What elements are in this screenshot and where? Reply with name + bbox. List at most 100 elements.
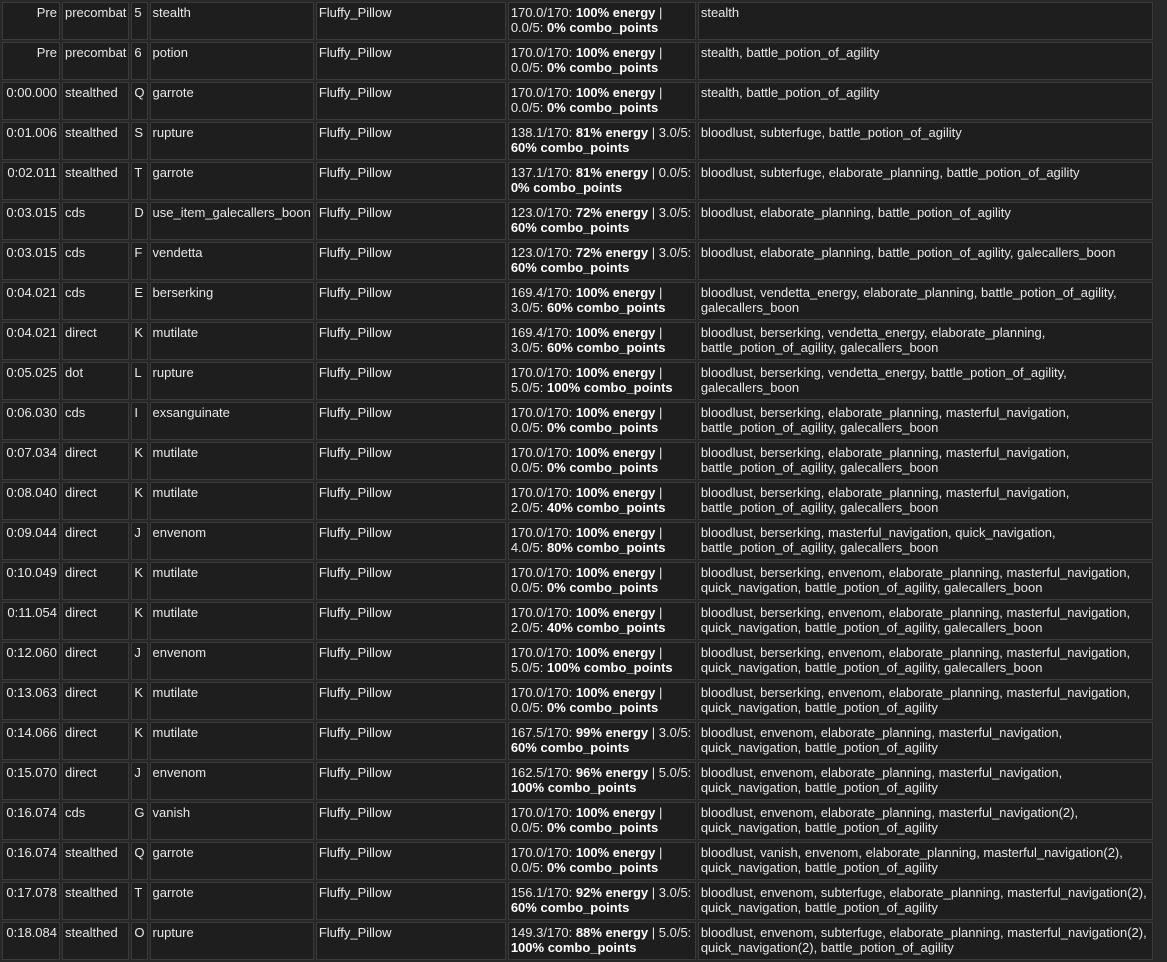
table-row: 0:02.011 stealthed Tgarrote Fluffy_Pillow 13… [2,162,1153,200]
table-row: 0:16.074 stealthed Qgarrote Fluffy_Pillow 17… [2,842,1153,880]
resources-cell: 123.0/170: 72% energy | 3.0/5: 60% combo… [507,242,696,280]
table-row: 0:11.054 direct Kmutilate Fluffy_Pillow 170.… [2,602,1153,640]
combo-pct: 0% combo_points [546,100,659,115]
time-cell: 0:16.074 [2,802,60,840]
energy-pct: 100% energy [575,525,656,540]
time-cell: 0:04.021 [2,282,60,320]
action-list-cell: stealthed [62,82,130,120]
action-cell: mutilate [149,482,314,520]
action-list-cell: stealthed [62,882,130,920]
key-cell: I [131,402,148,440]
action-list-cell: cds [62,202,130,240]
action-list-cell: precombat [62,42,130,80]
combo-pct: 100% combo_points [546,660,673,675]
time-cell: Pre [2,42,60,80]
table-row: 0:15.070 direct Jenvenom Fluffy_Pillow 162.5… [2,762,1153,800]
resources-cell: 170.0/170: 100% energy | 0.0/5: 0% combo… [507,402,696,440]
buffs-cell: bloodlust, berserking, envenom, elaborat… [697,602,1153,640]
combo-raw: | 3.0/5: [648,725,692,740]
buffs-cell: bloodlust, berserking, elaborate_plannin… [697,482,1153,520]
target-cell: Fluffy_Pillow [315,322,506,360]
combo-pct: 60% combo_points [510,140,630,155]
key-cell: K [131,322,148,360]
table-row: Pre precombat 5 stealth Fluffy_Pillow 170.0/1… [2,2,1153,40]
action-list-cell: dot [62,362,130,400]
key-cell: 6 [131,42,148,80]
action-cell: envenom [149,642,314,680]
energy-raw: 137.1/170: [510,165,576,180]
buffs-cell: bloodlust, vendetta_energy, elaborate_pl… [697,282,1153,320]
action-cell: envenom [149,522,314,560]
key-cell: D [131,202,148,240]
key-cell: Q [131,842,148,880]
key-cell: K [131,602,148,640]
target-cell: Fluffy_Pillow [315,82,506,120]
table-row: 0:13.063 direct Kmutilate Fluffy_Pillow 170.… [2,682,1153,720]
time-cell: Pre [2,2,60,40]
combo-pct: 100% combo_points [510,940,637,955]
energy-pct: 100% energy [575,85,656,100]
energy-raw: 170.0/170: [510,405,576,420]
action-list-cell: direct [62,642,130,680]
energy-raw: 169.4/170: [510,325,576,340]
target-cell: Fluffy_Pillow [315,2,506,40]
energy-raw: 170.0/170: [510,805,576,820]
action-list-cell: precombat [62,2,130,40]
action-cell: mutilate [149,322,314,360]
key-cell: J [131,762,148,800]
action-list-cell: direct [62,762,130,800]
time-cell: 0:03.015 [2,202,60,240]
action-list-cell: direct [62,442,130,480]
action-cell: garrote [149,842,314,880]
key-cell: K [131,682,148,720]
target-cell: Fluffy_Pillow [315,402,506,440]
table-row: Pre precombat 6 potion Fluffy_Pillow 170.0/17… [2,42,1153,80]
table-row: 0:16.074 cds Gvanish Fluffy_Pillow 170.0/170… [2,802,1153,840]
action-cell: exsanguinate [149,402,314,440]
key-cell: O [131,922,148,960]
table-body: Pre precombat 5 stealth Fluffy_Pillow 170.0/1… [2,2,1153,960]
action-list-cell: cds [62,402,130,440]
time-cell: 0:12.060 [2,642,60,680]
action-cell: mutilate [149,722,314,760]
energy-pct: 81% energy [575,165,649,180]
target-cell: Fluffy_Pillow [315,122,506,160]
table-row: 0:12.060 direct Jenvenom Fluffy_Pillow 170.0… [2,642,1153,680]
action-cell: stealth [149,2,314,40]
key-cell: J [131,642,148,680]
energy-raw: 170.0/170: [510,525,576,540]
table-row: 0:03.015 cds Fvendetta Fluffy_Pillow 123.0/1… [2,242,1153,280]
energy-pct: 100% energy [575,445,656,460]
action-list-cell: direct [62,482,130,520]
energy-pct: 88% energy [575,925,649,940]
action-list-cell: stealthed [62,842,130,880]
buffs-cell: bloodlust, berserking, elaborate_plannin… [697,442,1153,480]
buffs-cell: bloodlust, envenom, elaborate_planning, … [697,802,1153,840]
action-list-cell: stealthed [62,162,130,200]
combo-raw: | 3.0/5: [648,205,692,220]
action-list-cell: direct [62,602,130,640]
combo-pct: 100% combo_points [510,780,637,795]
energy-pct: 100% energy [575,45,656,60]
action-cell: mutilate [149,442,314,480]
energy-pct: 96% energy [575,765,649,780]
energy-raw: 170.0/170: [510,45,576,60]
energy-raw: 170.0/170: [510,485,576,500]
resources-cell: 170.0/170: 100% energy | 0.0/5: 0% combo… [507,842,696,880]
energy-raw: 167.5/170: [510,725,576,740]
energy-pct: 100% energy [575,405,656,420]
resources-cell: 137.1/170: 81% energy | 0.0/5: 0% combo_… [507,162,696,200]
table-row: 0:01.006 stealthed Srupture Fluffy_Pillow 13… [2,122,1153,160]
action-cell: envenom [149,762,314,800]
target-cell: Fluffy_Pillow [315,482,506,520]
target-cell: Fluffy_Pillow [315,442,506,480]
time-cell: 0:05.025 [2,362,60,400]
target-cell: Fluffy_Pillow [315,922,506,960]
key-cell: K [131,722,148,760]
combo-pct: 0% combo_points [546,420,659,435]
energy-pct: 100% energy [575,365,656,380]
energy-pct: 100% energy [575,285,656,300]
action-list-cell: direct [62,522,130,560]
key-cell: 5 [131,2,148,40]
combo-raw: | 0.0/5: [648,165,692,180]
